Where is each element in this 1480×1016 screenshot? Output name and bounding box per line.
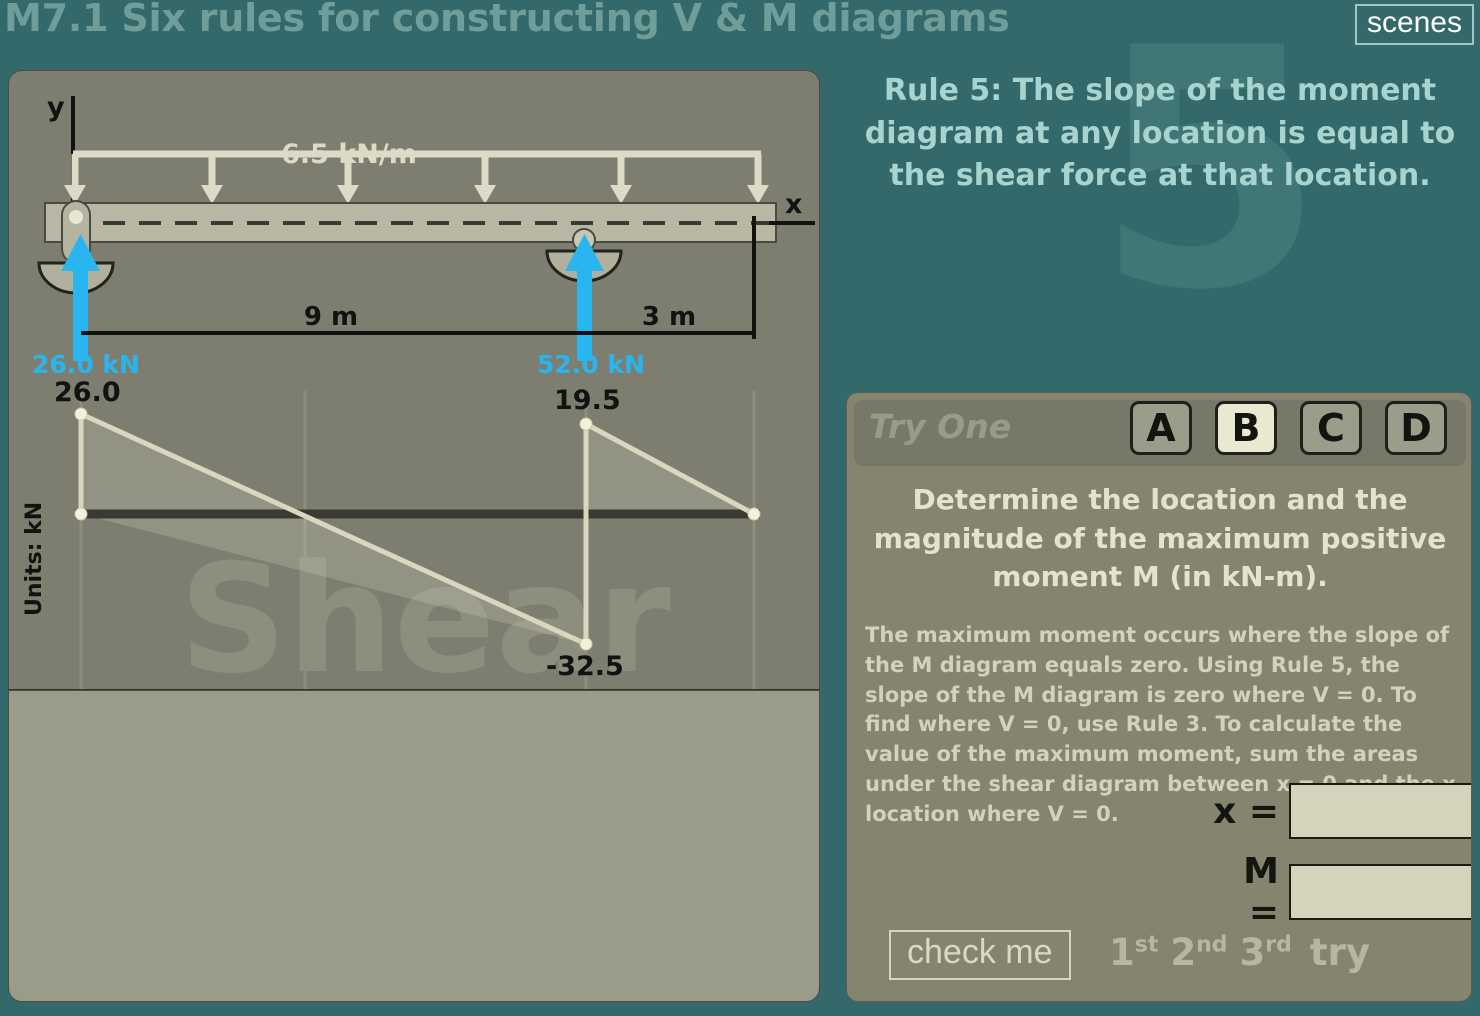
shear-min-label: -32.5 [546, 651, 624, 682]
rule-statement: Rule 5: The slope of the moment diagram … [864, 73, 1456, 194]
try-counter: 1st 2nd 3rd try [1109, 931, 1370, 974]
app-root: M7.1 Six rules for constructing V & M di… [0, 0, 1480, 1016]
scenes-button[interactable]: scenes [1354, 4, 1474, 45]
choice-button-b[interactable]: B [1215, 401, 1277, 455]
moment-panel: Moment [8, 690, 820, 1002]
try-first[interactable]: 1st [1109, 931, 1158, 974]
check-me-button[interactable]: check me [889, 930, 1071, 980]
distributed-load-arrowheads [64, 185, 769, 204]
page-title: M7.1 Six rules for constructing V & M di… [4, 0, 1010, 40]
try-second[interactable]: 2nd [1170, 931, 1227, 974]
shear-jump-label: 19.5 [554, 385, 621, 416]
choice-button-d[interactable]: D [1385, 401, 1447, 455]
x-axis-label: x [785, 189, 802, 220]
dimension-left-label: 9 m [304, 302, 358, 332]
try-one-panel: Try One A B C D Determine the location a… [846, 392, 1472, 1002]
try-one-label: Try One [869, 407, 1012, 446]
question-text: Determine the location and the magnitude… [873, 483, 1447, 594]
distributed-load-label: 6.5 kN/m [281, 139, 417, 170]
shear-start-label: 26.0 [54, 377, 121, 408]
dimension-right-label: 3 m [642, 302, 696, 332]
answer-row-x: x = [1207, 783, 1471, 839]
answer-m-input[interactable] [1289, 864, 1471, 920]
answer-m-label: M = [1243, 851, 1279, 933]
reaction-right-label: 52.0 kN [537, 350, 645, 379]
beam-and-shear-diagram: y 6.5 kN/m x 9 m 3 m 26.0 kN 52.0 kN 26.… [22, 92, 815, 689]
beam-and-shear-panel: Shear y 6.5 kN/m x 9 m 3 m 26.0 kN 52.0 … [8, 70, 820, 690]
choice-button-a[interactable]: A [1130, 401, 1192, 455]
choice-button-c[interactable]: C [1300, 401, 1362, 455]
shear-units-label: Units: kN [22, 502, 47, 616]
try-word: try [1309, 931, 1370, 974]
y-axis-label: y [47, 92, 65, 123]
answer-x-input[interactable] [1289, 783, 1471, 839]
try-third[interactable]: 3rd [1240, 931, 1292, 974]
answer-x-label: x = [1213, 790, 1279, 832]
reaction-left-label: 26.0 kN [32, 350, 140, 379]
shear-gridlines [79, 391, 756, 689]
answer-row-m: M = [1207, 851, 1471, 933]
